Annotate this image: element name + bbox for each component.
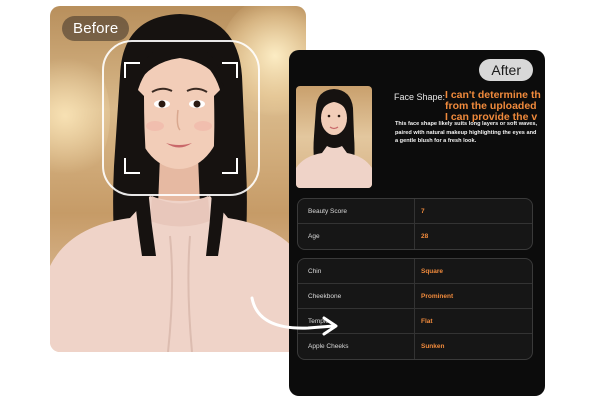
feature-label: Chin: [298, 259, 415, 283]
score-label: Beauty Score: [298, 199, 415, 223]
face-shape-line-2: from the uploaded: [445, 100, 537, 112]
table-row: Chin Square: [298, 259, 532, 284]
face-shape-label: Face Shape:: [394, 92, 446, 102]
result-thumbnail: [296, 86, 372, 188]
table-row: Age 28: [298, 224, 532, 249]
feature-value: Sunken: [421, 343, 445, 350]
scan-corner-bottom-right: [222, 158, 238, 174]
scan-corner-bottom-left: [124, 158, 140, 174]
before-badge: Before: [62, 16, 130, 41]
score-table: Beauty Score 7 Age 28: [297, 198, 533, 250]
face-shape-description: This face shape likely suits long layers…: [395, 121, 538, 144]
scan-corner-top-left: [124, 62, 140, 78]
age-value: 28: [421, 233, 429, 240]
feature-value: Square: [421, 267, 444, 275]
curved-arrow-icon: [250, 296, 338, 336]
thumbnail-portrait: [296, 89, 372, 188]
face-scan-frame-icon: [102, 40, 260, 196]
scan-corner-top-right: [222, 62, 238, 78]
after-badge: After: [479, 59, 533, 81]
table-row: Beauty Score 7: [298, 199, 532, 224]
feature-value: Flat: [421, 317, 433, 325]
score-value: 7: [421, 207, 425, 215]
age-label: Age: [298, 224, 415, 249]
feature-value: Prominent: [421, 292, 454, 300]
